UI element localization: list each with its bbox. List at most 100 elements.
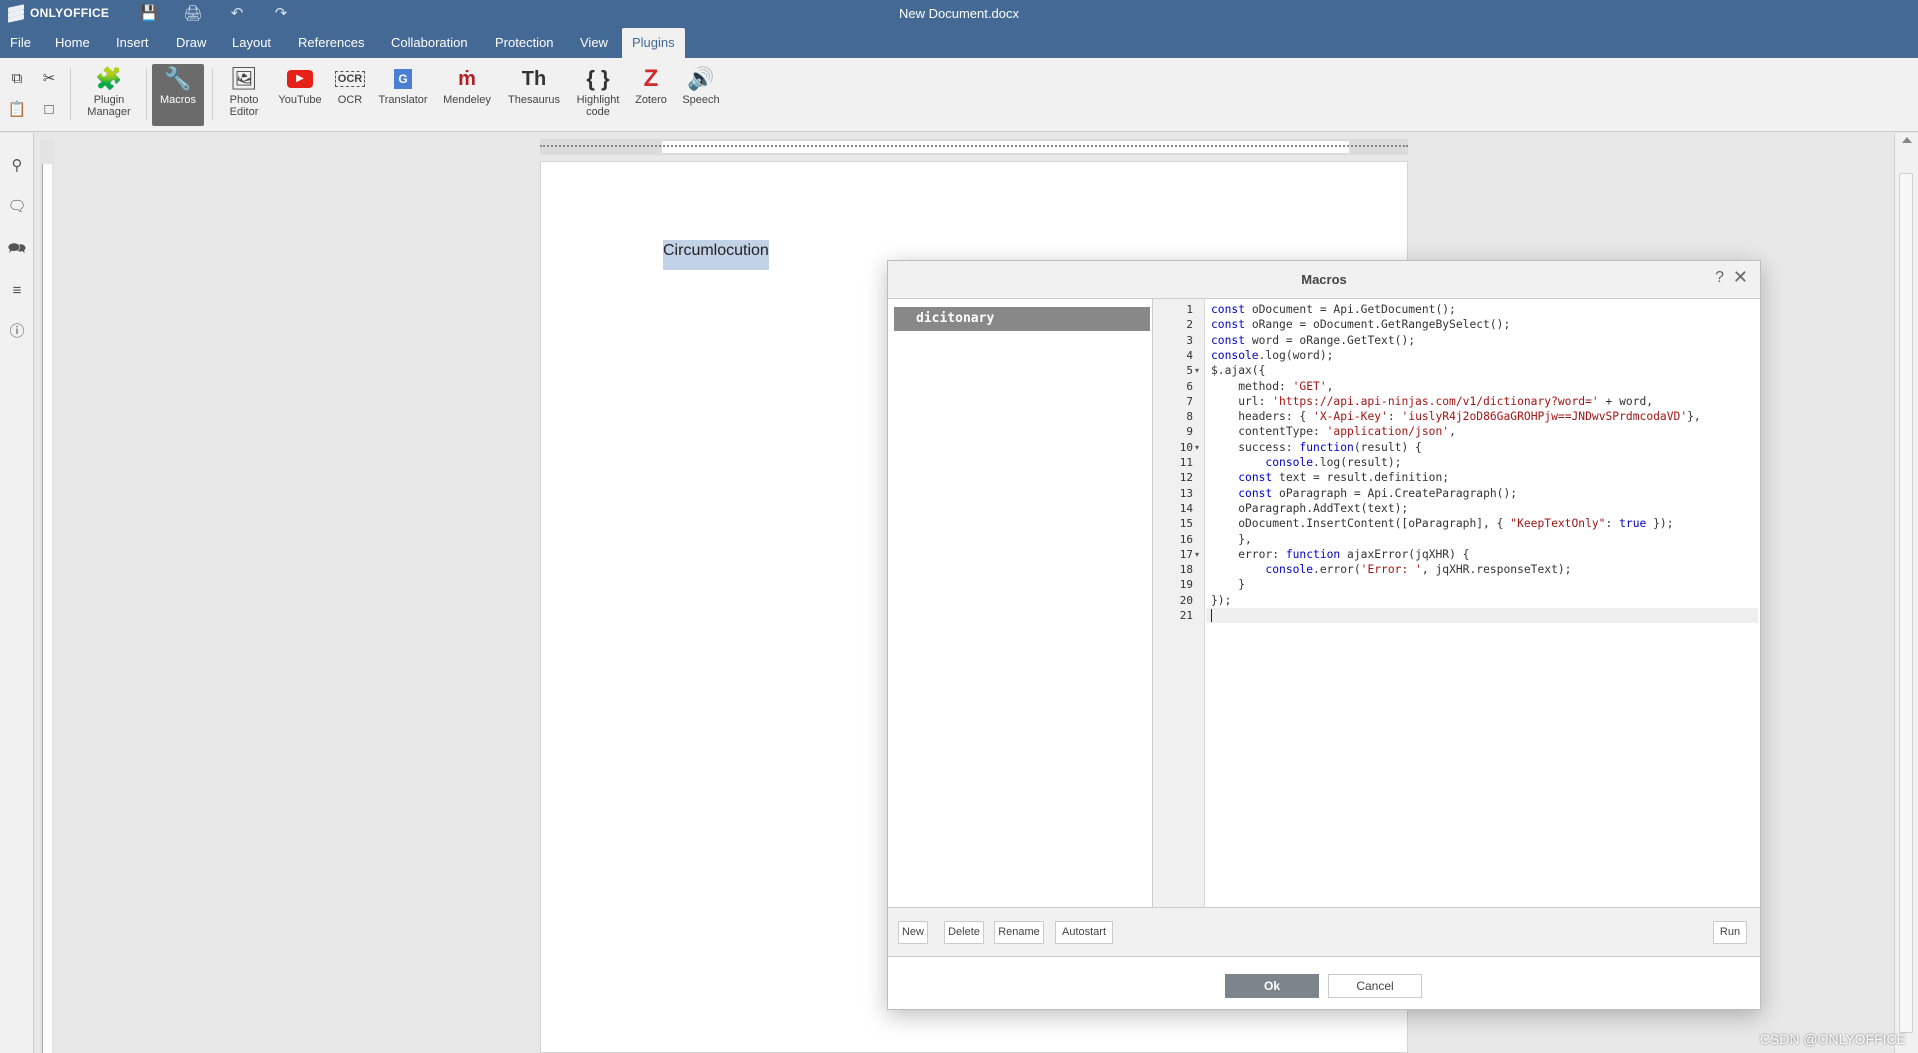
dialog-footer: Ok Cancel bbox=[888, 957, 1760, 1011]
code-line[interactable]: url: 'https://api.api-ninjas.com/v1/dict… bbox=[1211, 394, 1653, 409]
line-number: 7 bbox=[1186, 394, 1193, 408]
code-line[interactable]: $.ajax({ bbox=[1211, 363, 1265, 378]
highlight-code-button[interactable]: { } Highlight code bbox=[572, 64, 624, 126]
line-number: 2 bbox=[1186, 318, 1193, 332]
fold-toggle-icon[interactable]: ▾ bbox=[1195, 440, 1199, 455]
tab-view[interactable]: View bbox=[570, 28, 618, 58]
photo-editor-button[interactable]: 🖼 Photo Editor bbox=[218, 64, 270, 126]
youtube-icon: ▶ bbox=[274, 64, 326, 94]
chat-icon[interactable]: 🗪 bbox=[6, 238, 28, 260]
rename-macro-button[interactable]: Rename bbox=[994, 921, 1044, 944]
translator-icon: G bbox=[372, 64, 434, 94]
speech-button[interactable]: 🔊 Speech bbox=[676, 64, 726, 126]
fold-toggle-icon[interactable]: ▾ bbox=[1195, 363, 1199, 378]
tab-home[interactable]: Home bbox=[45, 28, 100, 58]
scroll-up-icon[interactable] bbox=[1902, 137, 1912, 143]
tab-draw[interactable]: Draw bbox=[166, 28, 216, 58]
tab-layout[interactable]: Layout bbox=[222, 28, 281, 58]
speech-label: Speech bbox=[682, 94, 720, 106]
navigation-icon[interactable]: ≡ bbox=[6, 280, 28, 302]
about-icon[interactable]: ⓘ bbox=[6, 321, 28, 343]
close-icon[interactable]: ✕ bbox=[1733, 267, 1748, 288]
tab-collaboration[interactable]: Collaboration bbox=[381, 28, 478, 58]
line-number: 17 bbox=[1179, 547, 1193, 561]
ocr-button[interactable]: OCR OCR bbox=[332, 64, 368, 126]
watermark: CSDN @ONLYOFFICE bbox=[1759, 1031, 1906, 1047]
photo-editor-label: Photo Editor bbox=[229, 94, 259, 118]
puzzle-icon: 🧩 bbox=[95, 66, 123, 91]
left-side-panel: ⚲ 🗨 🗪 ≡ ⓘ bbox=[0, 133, 34, 1053]
new-macro-button[interactable]: New bbox=[898, 921, 928, 944]
code-editor[interactable]: 1 2 3 4 5 ▾ 6 7 8 9 10 ▾ 11 12 13 14 15 16 17 ▾ 18 19 20 21 con… bbox=[1153, 299, 1758, 907]
horizontal-ruler[interactable] bbox=[540, 139, 1408, 155]
line-number: 10 bbox=[1179, 440, 1193, 454]
line-number: 1 bbox=[1186, 303, 1193, 316]
plugins-toolbar: ⧉ ✂ 📋 □ 🧩 Plugin Manager 🔧 Macros 🖼 Phot… bbox=[0, 58, 1918, 132]
translator-button[interactable]: G Translator bbox=[372, 64, 434, 126]
menu-bar: File Home Insert Draw Layout References … bbox=[0, 28, 1918, 58]
document-title: New Document.docx bbox=[899, 6, 1019, 21]
code-line[interactable]: console.error('Error: ', jqXHR.responseT… bbox=[1211, 562, 1571, 577]
thesaurus-label: Thesaurus bbox=[508, 94, 560, 106]
code-line[interactable]: }); bbox=[1211, 593, 1231, 608]
tab-protection[interactable]: Protection bbox=[485, 28, 564, 58]
select-all-icon[interactable]: □ bbox=[38, 99, 60, 121]
autostart-button[interactable]: Autostart bbox=[1055, 921, 1113, 944]
cut-icon[interactable]: ✂ bbox=[38, 68, 60, 90]
code-line[interactable]: console.log(result); bbox=[1211, 455, 1401, 470]
help-icon[interactable]: ? bbox=[1715, 269, 1724, 287]
code-line[interactable]: const oDocument = Api.GetDocument(); bbox=[1211, 302, 1456, 317]
code-line[interactable]: method: 'GET', bbox=[1211, 379, 1333, 394]
code-line[interactable]: console.log(word); bbox=[1211, 348, 1333, 363]
tab-plugins[interactable]: Plugins bbox=[622, 28, 685, 58]
cancel-button[interactable]: Cancel bbox=[1328, 974, 1422, 998]
tab-insert[interactable]: Insert bbox=[106, 28, 159, 58]
fold-toggle-icon[interactable]: ▾ bbox=[1195, 547, 1199, 562]
line-number: 13 bbox=[1179, 486, 1193, 500]
tab-file[interactable]: File bbox=[0, 28, 41, 58]
delete-macro-button[interactable]: Delete bbox=[944, 921, 984, 944]
zotero-button[interactable]: Z Zotero bbox=[628, 64, 674, 126]
mendeley-button[interactable]: ṁ Mendeley bbox=[438, 64, 496, 126]
youtube-label: YouTube bbox=[278, 94, 322, 106]
line-number: 19 bbox=[1179, 578, 1193, 592]
search-icon[interactable]: ⚲ bbox=[6, 155, 28, 177]
code-line[interactable]: contentType: 'application/json', bbox=[1211, 424, 1456, 439]
braces-icon: { } bbox=[586, 66, 610, 91]
thesaurus-icon: Th bbox=[521, 68, 547, 90]
code-line[interactable]: } bbox=[1211, 577, 1245, 592]
run-macro-button[interactable]: Run bbox=[1713, 921, 1747, 944]
code-line[interactable]: const oParagraph = Api.CreateParagraph()… bbox=[1211, 486, 1517, 501]
line-number: 21 bbox=[1179, 609, 1193, 622]
copy-icon[interactable]: ⧉ bbox=[6, 68, 28, 90]
plugin-manager-button[interactable]: 🧩 Plugin Manager bbox=[78, 64, 140, 126]
youtube-button[interactable]: ▶ YouTube bbox=[274, 64, 326, 126]
scrollbar-thumb[interactable] bbox=[1899, 173, 1913, 1033]
vertical-ruler[interactable] bbox=[40, 140, 54, 1053]
selected-text[interactable]: Circumlocution bbox=[663, 240, 769, 270]
macros-button[interactable]: 🔧 Macros bbox=[152, 64, 204, 126]
code-line[interactable]: }, bbox=[1211, 532, 1252, 547]
code-line[interactable]: success: function(result) { bbox=[1211, 440, 1422, 455]
code-line[interactable]: headers: { 'X-Api-Key': 'iuslyR4j2oD86Ga… bbox=[1211, 409, 1701, 424]
macros-label: Macros bbox=[159, 94, 197, 106]
ocr-label: OCR bbox=[337, 94, 363, 106]
code-line[interactable]: oDocument.InsertContent([oParagraph], { … bbox=[1211, 516, 1673, 531]
macro-list-item[interactable]: dicitonary bbox=[894, 307, 1150, 331]
line-number: 6 bbox=[1186, 379, 1193, 393]
code-line[interactable]: const oRange = oDocument.GetRangeBySelec… bbox=[1211, 317, 1510, 332]
photo-editor-icon: 🖼 bbox=[230, 66, 258, 91]
tab-references[interactable]: References bbox=[288, 28, 374, 58]
paste-icon[interactable]: 📋 bbox=[6, 99, 28, 121]
code-line[interactable]: oParagraph.AddText(text); bbox=[1211, 501, 1408, 516]
tools-icon: 🔧 bbox=[164, 66, 192, 91]
line-number: 16 bbox=[1179, 532, 1193, 546]
comments-icon[interactable]: 🗨 bbox=[6, 196, 28, 218]
vertical-scrollbar[interactable] bbox=[1894, 133, 1918, 1053]
code-line[interactable]: error: function ajaxError(jqXHR) { bbox=[1211, 547, 1469, 562]
thesaurus-button[interactable]: Th Thesaurus bbox=[502, 64, 566, 126]
ok-button[interactable]: Ok bbox=[1225, 974, 1319, 998]
code-line[interactable]: const text = result.definition; bbox=[1211, 470, 1449, 485]
code-line[interactable]: const word = oRange.GetText(); bbox=[1211, 333, 1415, 348]
highlight-code-label: Highlight code bbox=[576, 94, 620, 118]
